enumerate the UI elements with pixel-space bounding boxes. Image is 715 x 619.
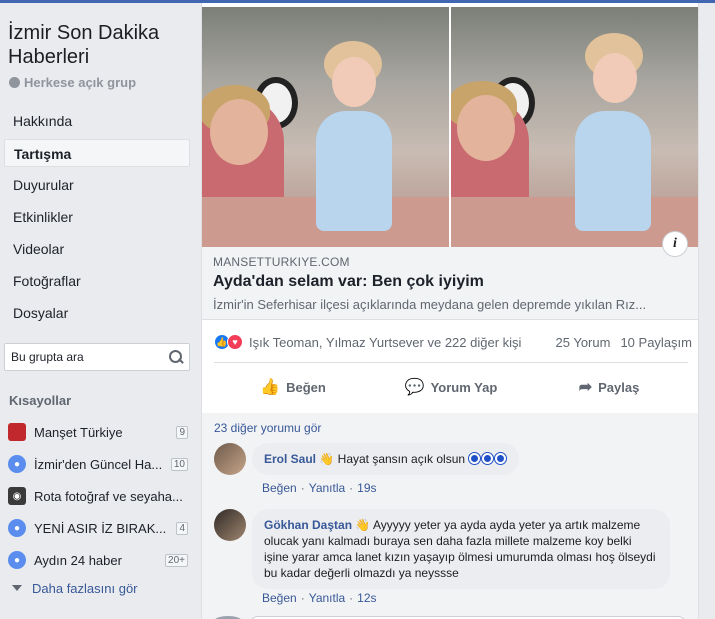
chevron-down-icon [12, 585, 22, 591]
woman-face [210, 99, 268, 165]
comment-bubble: Erol Saul 👋 Hayat şansın açık olsun [252, 443, 520, 475]
woman-face [457, 95, 515, 161]
view-more-comments-link[interactable]: 23 diğer yorumu gör [214, 421, 321, 435]
link-title[interactable]: Ayda'dan selam var: Ben çok iyiyim [213, 273, 484, 291]
comment-label: Yorum Yap [430, 379, 498, 395]
comment-item: Gökhan Daştan 👋 Ayyyyy yeter ya ayda ayd… [214, 509, 684, 609]
comment-author[interactable]: Gökhan Daştan [264, 518, 352, 532]
thumbs-up-icon: 👍 [260, 379, 281, 396]
separator: · [300, 481, 305, 495]
nav-item-events[interactable]: Etkinlikler [4, 203, 190, 231]
link-preview-card[interactable]: MANSETTURKIYE.COM Ayda'dan selam var: Be… [202, 247, 698, 320]
feed-post: MANSETTURKIYE.COM Ayda'dan selam var: Be… [201, 3, 699, 619]
waving-hand-icon: 👋 [319, 452, 335, 466]
comment-count[interactable]: 25 Yorum [556, 335, 611, 350]
see-more-label: Daha fazlasını gör [32, 580, 138, 596]
shortcut-label: Aydın 24 haber [34, 552, 122, 568]
comment-button[interactable]: 💬 Yorum Yap [372, 370, 530, 404]
notification-count-badge: 10 [170, 457, 188, 471]
notification-count-badge: 9 [176, 425, 188, 439]
group-icon: ● [8, 519, 26, 537]
link-domain: MANSETTURKIYE.COM [213, 255, 350, 269]
shortcuts-heading: Kısayollar [9, 393, 72, 408]
comment-item: Erol Saul 👋 Hayat şansın açık olsun Beğe… [214, 443, 684, 499]
nav-item-announcements[interactable]: Duyurular [4, 171, 190, 199]
comment-timestamp[interactable]: 19s [357, 481, 376, 495]
child-body [316, 111, 392, 231]
child-body [575, 111, 651, 231]
like-button[interactable]: 👍 Beğen [214, 370, 372, 404]
share-arrow-icon: ➦ [578, 379, 593, 396]
shortcut-item[interactable]: ● İzmir'den Güncel Ha... 10 [8, 448, 188, 480]
child-face [332, 57, 376, 107]
reaction-names[interactable]: Işık Teoman, Yılmaz Yurtsever ve 222 diğ… [249, 335, 556, 350]
avatar[interactable] [214, 509, 246, 541]
page-background-right [700, 3, 715, 619]
reactions-summary: 👍 ♥ Işık Teoman, Yılmaz Yurtsever ve 222… [214, 332, 692, 352]
search-icon[interactable] [169, 350, 183, 364]
notification-count-badge: 20+ [165, 553, 188, 567]
post-actions: 👍 Beğen 💬 Yorum Yap ➦ Paylaş [214, 370, 688, 404]
group-icon: ● [8, 455, 26, 473]
post-image[interactable] [202, 7, 698, 247]
speech-bubble-icon: 💬 [404, 379, 425, 396]
globe-icon [9, 77, 20, 88]
nav-item-about[interactable]: Hakkında [4, 107, 190, 135]
mansetturkiye-logo-icon [8, 423, 26, 441]
photo-left [202, 7, 449, 247]
comment-bubble: Gökhan Daştan 👋 Ayyyyy yeter ya ayda ayd… [252, 509, 670, 589]
comment-author[interactable]: Erol Saul [264, 452, 316, 466]
evil-eye-icon [468, 452, 507, 466]
separator: · [349, 481, 354, 495]
shortcut-label: Rota fotoğraf ve seyaha... [34, 488, 183, 504]
shortcuts-list: Manşet Türkiye 9 ● İzmir'den Güncel Ha..… [8, 416, 188, 600]
comment-reply-link[interactable]: Yanıtla [309, 481, 345, 495]
link-description: İzmir'in Seferhisar ilçesi açıklarında m… [213, 297, 647, 312]
avatar[interactable] [214, 443, 246, 475]
comment-like-link[interactable]: Beğen [262, 591, 297, 605]
nav-item-videos[interactable]: Videolar [4, 235, 190, 263]
share-count[interactable]: 10 Paylaşım [620, 335, 692, 350]
comment-meta: Beğen · Yanıtla · 19s [262, 481, 377, 495]
comment-timestamp[interactable]: 12s [357, 591, 376, 605]
nav-item-files[interactable]: Dosyalar [4, 299, 190, 327]
comment-reply-link[interactable]: Yanıtla [309, 591, 345, 605]
info-icon[interactable]: i [662, 231, 688, 257]
comment-text: Hayat şansın açık olsun [337, 452, 466, 466]
shortcut-label: İzmir'den Güncel Ha... [34, 456, 163, 472]
shortcut-label: Manşet Türkiye [34, 424, 123, 440]
shortcut-label: YENİ ASIR İZ BIRAK... [34, 520, 167, 536]
separator: · [349, 591, 354, 605]
separator: · [300, 591, 305, 605]
divider [214, 362, 688, 363]
see-more-shortcuts-link[interactable]: Daha fazlasını gör [8, 576, 188, 600]
engagement-counts: 25 Yorum 10 Paylaşım [556, 335, 692, 350]
shortcut-item[interactable]: ● YENİ ASIR İZ BIRAK... 4 [8, 512, 188, 544]
notification-count-badge: 4 [176, 521, 188, 535]
group-name[interactable]: İzmir Son Dakika Haberleri [8, 21, 193, 69]
photo-right [451, 7, 698, 247]
camera-icon: ◉ [8, 487, 26, 505]
comments-section: 23 diğer yorumu gör Erol Saul 👋 Hayat şa… [202, 413, 698, 619]
nav-item-photos[interactable]: Fotoğraflar [4, 267, 190, 295]
search-placeholder: Bu grupta ara [11, 350, 84, 364]
group-privacy-label: Herkese açık grup [24, 75, 137, 90]
group-search-input[interactable]: Bu grupta ara [4, 343, 190, 371]
child-face [593, 53, 637, 103]
comment-like-link[interactable]: Beğen [262, 481, 297, 495]
group-icon: ● [8, 551, 26, 569]
shortcut-item[interactable]: ◉ Rota fotoğraf ve seyaha... [8, 480, 188, 512]
waving-hand-icon: 👋 [355, 518, 371, 532]
group-privacy: Herkese açık grup [9, 75, 136, 90]
share-label: Paylaş [598, 379, 640, 395]
comment-meta: Beğen · Yanıtla · 12s [262, 591, 377, 605]
shortcut-item[interactable]: Manşet Türkiye 9 [8, 416, 188, 448]
like-label: Beğen [286, 379, 326, 395]
group-sidebar: İzmir Son Dakika Haberleri Herkese açık … [0, 3, 200, 619]
shortcut-item[interactable]: ● Aydın 24 haber 20+ [8, 544, 188, 576]
share-button[interactable]: ➦ Paylaş [530, 370, 688, 404]
group-navigation: Hakkında Tartışma Duyurular Etkinlikler … [4, 107, 190, 331]
love-reaction-icon[interactable]: ♥ [227, 334, 243, 350]
nav-item-discussion[interactable]: Tartışma [4, 139, 190, 167]
